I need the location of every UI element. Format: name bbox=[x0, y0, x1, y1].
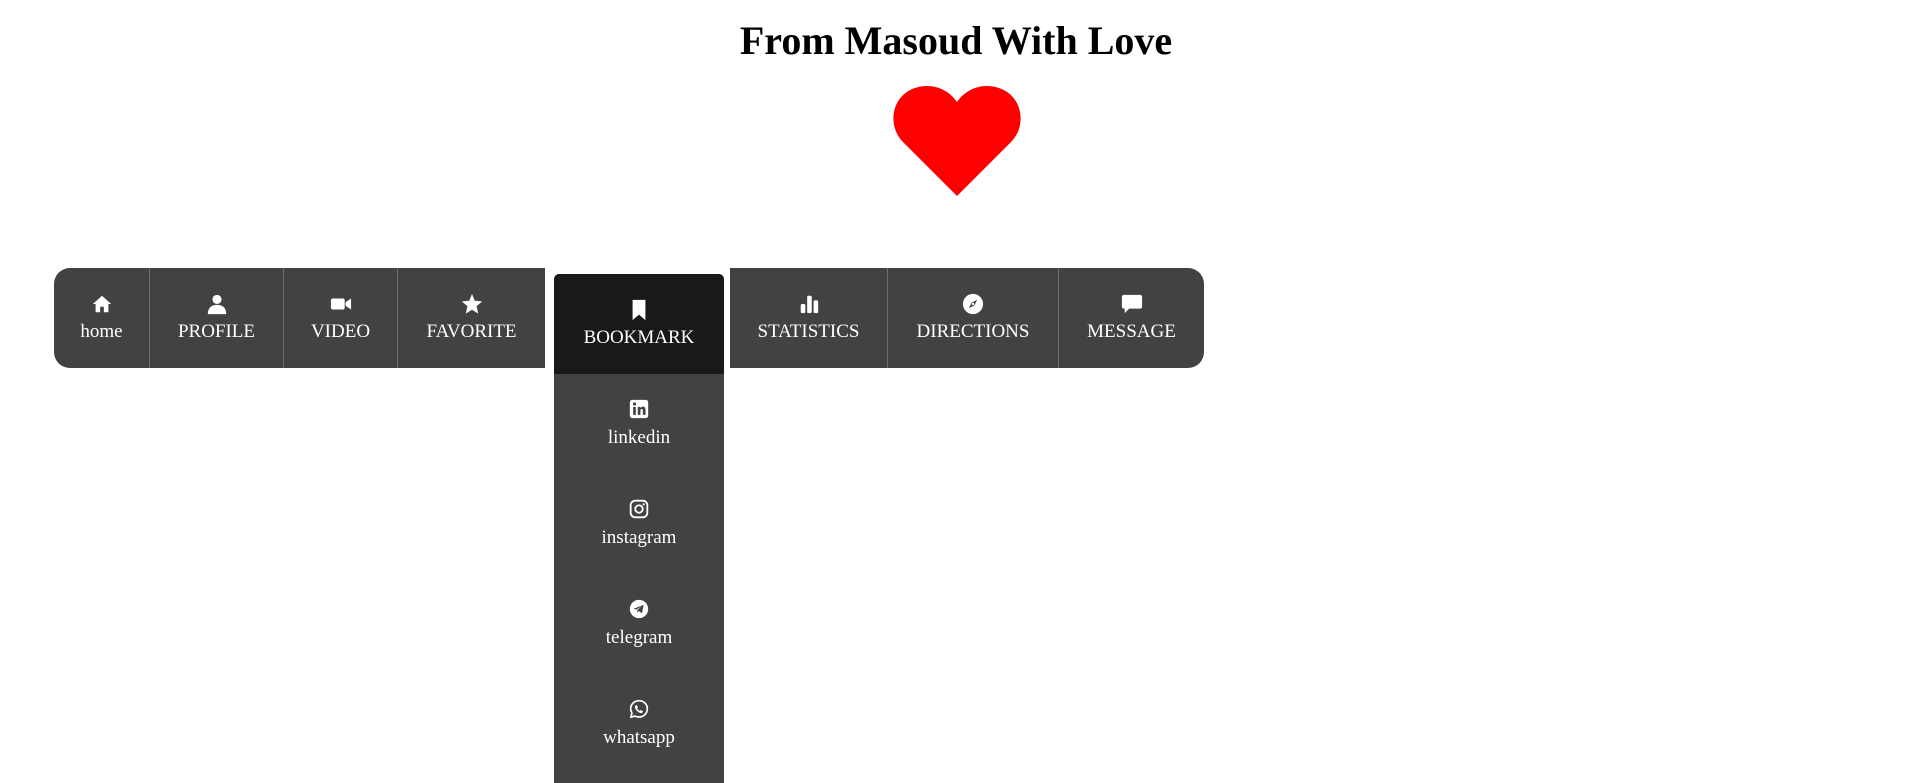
compass-icon bbox=[962, 293, 984, 315]
nav-item-profile[interactable]: PROFILE bbox=[150, 268, 284, 368]
star-icon bbox=[461, 293, 483, 315]
linkedin-icon bbox=[629, 399, 649, 419]
dropdown-item-label: instagram bbox=[601, 527, 677, 548]
nav-item-home[interactable]: home bbox=[54, 268, 150, 368]
nav-item-label: STATISTICS bbox=[757, 321, 860, 342]
dropdown-item-telegram[interactable]: telegram bbox=[554, 574, 724, 674]
nav-item-label: FAVORITE bbox=[426, 321, 517, 342]
whatsapp-icon bbox=[629, 699, 649, 719]
nav-item-statistics[interactable]: STATISTICS bbox=[730, 268, 888, 368]
home-icon bbox=[91, 293, 113, 315]
nav-item-label: MESSAGE bbox=[1087, 321, 1176, 342]
nav-item-message[interactable]: MESSAGE bbox=[1059, 268, 1204, 368]
nav-item-label: PROFILE bbox=[177, 321, 256, 342]
bookmark-icon bbox=[628, 299, 650, 321]
heart-icon bbox=[893, 84, 1021, 196]
dropdown-item-label: telegram bbox=[605, 627, 673, 648]
nav-item-label: home bbox=[80, 321, 123, 342]
page-title: From Masoud With Love bbox=[739, 18, 1173, 63]
page: From Masoud With Love home PROFILE VIDEO… bbox=[0, 0, 1912, 783]
dropdown-item-label: whatsapp bbox=[603, 727, 675, 748]
dropdown-item-whatsapp[interactable]: whatsapp bbox=[554, 674, 724, 774]
nav-item-bookmark[interactable]: BOOKMARK bbox=[554, 274, 724, 374]
nav-item-label: DIRECTIONS bbox=[916, 321, 1030, 342]
nav-item-directions[interactable]: DIRECTIONS bbox=[888, 268, 1059, 368]
bookmark-dropdown: linkedin instagram telegram whatsapp bbox=[554, 374, 724, 783]
bar-chart-icon bbox=[798, 293, 820, 315]
nav-item-label: BOOKMARK bbox=[583, 327, 695, 348]
nav-item-favorite[interactable]: FAVORITE bbox=[398, 268, 545, 368]
nav-group-left: home PROFILE VIDEO FAVORITE bbox=[54, 268, 545, 368]
instagram-icon bbox=[629, 499, 649, 519]
user-icon bbox=[206, 293, 228, 315]
dropdown-item-label: linkedin bbox=[607, 427, 671, 448]
nav-item-video[interactable]: VIDEO bbox=[284, 268, 398, 368]
nav-item-label: VIDEO bbox=[310, 321, 371, 342]
dropdown-item-linkedin[interactable]: linkedin bbox=[554, 374, 724, 474]
video-camera-icon bbox=[330, 293, 352, 315]
dropdown-item-instagram[interactable]: instagram bbox=[554, 474, 724, 574]
nav-group-right: STATISTICS DIRECTIONS MESSAGE bbox=[730, 268, 1204, 368]
message-icon bbox=[1121, 293, 1143, 315]
telegram-icon bbox=[629, 599, 649, 619]
